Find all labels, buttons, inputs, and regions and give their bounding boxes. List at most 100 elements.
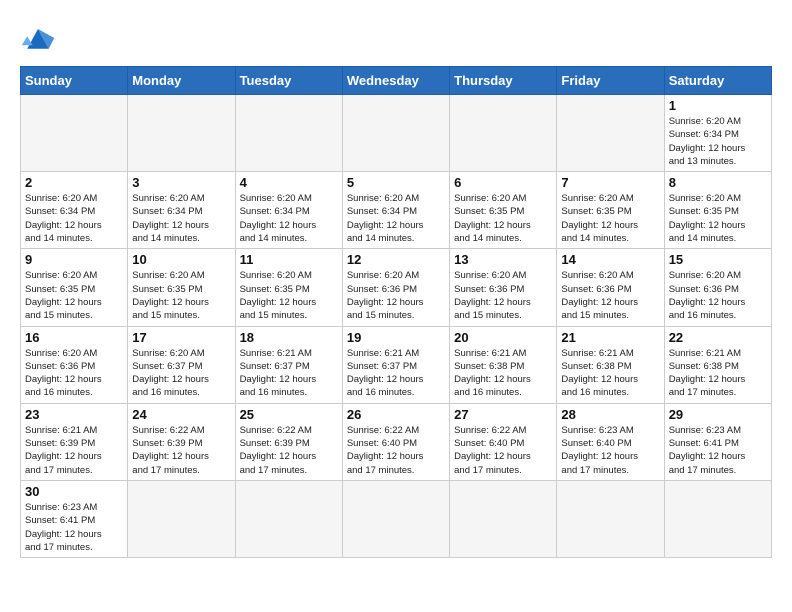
calendar-day-cell: 1 Sunrise: 6:20 AM Sunset: 6:34 PM Daylig… bbox=[664, 95, 771, 172]
calendar-day-cell: 14 Sunrise: 6:20 AM Sunset: 6:36 PM Dayli… bbox=[557, 249, 664, 326]
calendar-day-cell: 26Sunrise: 6:22 AM Sunset: 6:40 PM Dayli… bbox=[342, 403, 449, 480]
calendar-day-cell: 12 Sunrise: 6:20 AM Sunset: 6:36 PM Dayli… bbox=[342, 249, 449, 326]
calendar-day-cell: 29 Sunrise: 6:23 AM Sunset: 6:41 PM Dayli… bbox=[664, 403, 771, 480]
day-info: Sunrise: 6:20 AM Sunset: 6:36 PM Dayligh… bbox=[347, 269, 445, 322]
calendar-day-cell bbox=[557, 480, 664, 557]
calendar-day-cell: 3Sunrise: 6:20 AM Sunset: 6:34 PM Daylig… bbox=[128, 172, 235, 249]
day-info: Sunrise: 6:20 AM Sunset: 6:35 PM Dayligh… bbox=[454, 192, 552, 245]
day-number: 5 bbox=[347, 175, 445, 190]
calendar-day-cell bbox=[128, 95, 235, 172]
day-number: 6 bbox=[454, 175, 552, 190]
day-info: Sunrise: 6:20 AM Sunset: 6:34 PM Dayligh… bbox=[347, 192, 445, 245]
day-number: 25 bbox=[240, 407, 338, 422]
day-number: 20 bbox=[454, 330, 552, 345]
day-info: Sunrise: 6:20 AM Sunset: 6:35 PM Dayligh… bbox=[132, 269, 230, 322]
calendar-day-cell: 21 Sunrise: 6:21 AM Sunset: 6:38 PM Dayli… bbox=[557, 326, 664, 403]
day-info: Sunrise: 6:23 AM Sunset: 6:40 PM Dayligh… bbox=[561, 424, 659, 477]
day-number: 28 bbox=[561, 407, 659, 422]
calendar-day-cell: 16 Sunrise: 6:20 AM Sunset: 6:36 PM Dayli… bbox=[21, 326, 128, 403]
calendar-day-cell: 9Sunrise: 6:20 AM Sunset: 6:35 PM Daylig… bbox=[21, 249, 128, 326]
calendar-day-cell bbox=[235, 480, 342, 557]
day-info: Sunrise: 6:23 AM Sunset: 6:41 PM Dayligh… bbox=[25, 501, 123, 554]
calendar-day-cell: 28 Sunrise: 6:23 AM Sunset: 6:40 PM Dayli… bbox=[557, 403, 664, 480]
day-info: Sunrise: 6:21 AM Sunset: 6:37 PM Dayligh… bbox=[240, 347, 338, 400]
calendar-week-row: 2 Sunrise: 6:20 AM Sunset: 6:34 PM Daylig… bbox=[21, 172, 772, 249]
day-info: Sunrise: 6:21 AM Sunset: 6:38 PM Dayligh… bbox=[669, 347, 767, 400]
weekday-header-monday: Monday bbox=[128, 67, 235, 95]
calendar-day-cell: 23 Sunrise: 6:21 AM Sunset: 6:39 PM Dayli… bbox=[21, 403, 128, 480]
calendar-day-cell bbox=[664, 480, 771, 557]
day-number: 11 bbox=[240, 252, 338, 267]
calendar-day-cell: 18 Sunrise: 6:21 AM Sunset: 6:37 PM Dayli… bbox=[235, 326, 342, 403]
day-number: 21 bbox=[561, 330, 659, 345]
day-number: 16 bbox=[25, 330, 123, 345]
day-info: Sunrise: 6:21 AM Sunset: 6:38 PM Dayligh… bbox=[454, 347, 552, 400]
calendar-week-row: 23 Sunrise: 6:21 AM Sunset: 6:39 PM Dayli… bbox=[21, 403, 772, 480]
day-info: Sunrise: 6:22 AM Sunset: 6:40 PM Dayligh… bbox=[454, 424, 552, 477]
weekday-header-tuesday: Tuesday bbox=[235, 67, 342, 95]
calendar-day-cell: 13Sunrise: 6:20 AM Sunset: 6:36 PM Dayli… bbox=[450, 249, 557, 326]
weekday-header-sunday: Sunday bbox=[21, 67, 128, 95]
day-number: 26 bbox=[347, 407, 445, 422]
calendar-week-row: 16 Sunrise: 6:20 AM Sunset: 6:36 PM Dayli… bbox=[21, 326, 772, 403]
day-number: 8 bbox=[669, 175, 767, 190]
day-number: 22 bbox=[669, 330, 767, 345]
weekday-header-row: SundayMondayTuesdayWednesdayThursdayFrid… bbox=[21, 67, 772, 95]
day-number: 7 bbox=[561, 175, 659, 190]
day-info: Sunrise: 6:20 AM Sunset: 6:37 PM Dayligh… bbox=[132, 347, 230, 400]
day-info: Sunrise: 6:22 AM Sunset: 6:39 PM Dayligh… bbox=[132, 424, 230, 477]
day-number: 3 bbox=[132, 175, 230, 190]
calendar-day-cell: 8 Sunrise: 6:20 AM Sunset: 6:35 PM Daylig… bbox=[664, 172, 771, 249]
day-number: 2 bbox=[25, 175, 123, 190]
day-info: Sunrise: 6:20 AM Sunset: 6:34 PM Dayligh… bbox=[669, 115, 767, 168]
calendar-day-cell: 7 Sunrise: 6:20 AM Sunset: 6:35 PM Daylig… bbox=[557, 172, 664, 249]
calendar-day-cell: 15Sunrise: 6:20 AM Sunset: 6:36 PM Dayli… bbox=[664, 249, 771, 326]
calendar-day-cell: 6 Sunrise: 6:20 AM Sunset: 6:35 PM Daylig… bbox=[450, 172, 557, 249]
calendar-day-cell: 20 Sunrise: 6:21 AM Sunset: 6:38 PM Dayli… bbox=[450, 326, 557, 403]
day-info: Sunrise: 6:21 AM Sunset: 6:39 PM Dayligh… bbox=[25, 424, 123, 477]
day-number: 17 bbox=[132, 330, 230, 345]
calendar-day-cell: 5 Sunrise: 6:20 AM Sunset: 6:34 PM Daylig… bbox=[342, 172, 449, 249]
calendar-day-cell: 11Sunrise: 6:20 AM Sunset: 6:35 PM Dayli… bbox=[235, 249, 342, 326]
calendar-week-row: 30 Sunrise: 6:23 AM Sunset: 6:41 PM Dayli… bbox=[21, 480, 772, 557]
calendar-table: SundayMondayTuesdayWednesdayThursdayFrid… bbox=[20, 66, 772, 558]
calendar-day-cell bbox=[21, 95, 128, 172]
calendar-week-row: 9 Sunrise: 6:20 AM Sunset: 6:35 PM Daylig… bbox=[21, 249, 772, 326]
day-info: Sunrise: 6:23 AM Sunset: 6:41 PM Dayligh… bbox=[669, 424, 767, 477]
calendar-day-cell: 17 Sunrise: 6:20 AM Sunset: 6:37 PM Dayli… bbox=[128, 326, 235, 403]
day-number: 27 bbox=[454, 407, 552, 422]
day-number: 13 bbox=[454, 252, 552, 267]
calendar-day-cell: 19Sunrise: 6:21 AM Sunset: 6:37 PM Dayli… bbox=[342, 326, 449, 403]
calendar-day-cell: 24 Sunrise: 6:22 AM Sunset: 6:39 PM Dayli… bbox=[128, 403, 235, 480]
day-number: 18 bbox=[240, 330, 338, 345]
calendar-day-cell bbox=[235, 95, 342, 172]
day-info: Sunrise: 6:20 AM Sunset: 6:36 PM Dayligh… bbox=[25, 347, 123, 400]
weekday-header-thursday: Thursday bbox=[450, 67, 557, 95]
weekday-header-friday: Friday bbox=[557, 67, 664, 95]
page-header bbox=[20, 20, 772, 56]
day-info: Sunrise: 6:21 AM Sunset: 6:38 PM Dayligh… bbox=[561, 347, 659, 400]
weekday-header-saturday: Saturday bbox=[664, 67, 771, 95]
day-number: 30 bbox=[25, 484, 123, 499]
logo bbox=[20, 20, 62, 56]
day-info: Sunrise: 6:20 AM Sunset: 6:35 PM Dayligh… bbox=[669, 192, 767, 245]
day-number: 14 bbox=[561, 252, 659, 267]
calendar-day-cell: 2 Sunrise: 6:20 AM Sunset: 6:34 PM Daylig… bbox=[21, 172, 128, 249]
day-number: 4 bbox=[240, 175, 338, 190]
calendar-week-row: 1 Sunrise: 6:20 AM Sunset: 6:34 PM Daylig… bbox=[21, 95, 772, 172]
day-number: 12 bbox=[347, 252, 445, 267]
day-number: 1 bbox=[669, 98, 767, 113]
day-number: 29 bbox=[669, 407, 767, 422]
calendar-day-cell bbox=[342, 95, 449, 172]
day-number: 10 bbox=[132, 252, 230, 267]
day-number: 9 bbox=[25, 252, 123, 267]
calendar-day-cell bbox=[450, 95, 557, 172]
day-info: Sunrise: 6:20 AM Sunset: 6:34 PM Dayligh… bbox=[240, 192, 338, 245]
day-info: Sunrise: 6:20 AM Sunset: 6:36 PM Dayligh… bbox=[561, 269, 659, 322]
day-number: 24 bbox=[132, 407, 230, 422]
day-info: Sunrise: 6:20 AM Sunset: 6:34 PM Dayligh… bbox=[25, 192, 123, 245]
calendar-day-cell: 10 Sunrise: 6:20 AM Sunset: 6:35 PM Dayli… bbox=[128, 249, 235, 326]
calendar-day-cell: 27 Sunrise: 6:22 AM Sunset: 6:40 PM Dayli… bbox=[450, 403, 557, 480]
day-info: Sunrise: 6:20 AM Sunset: 6:35 PM Dayligh… bbox=[561, 192, 659, 245]
day-number: 23 bbox=[25, 407, 123, 422]
